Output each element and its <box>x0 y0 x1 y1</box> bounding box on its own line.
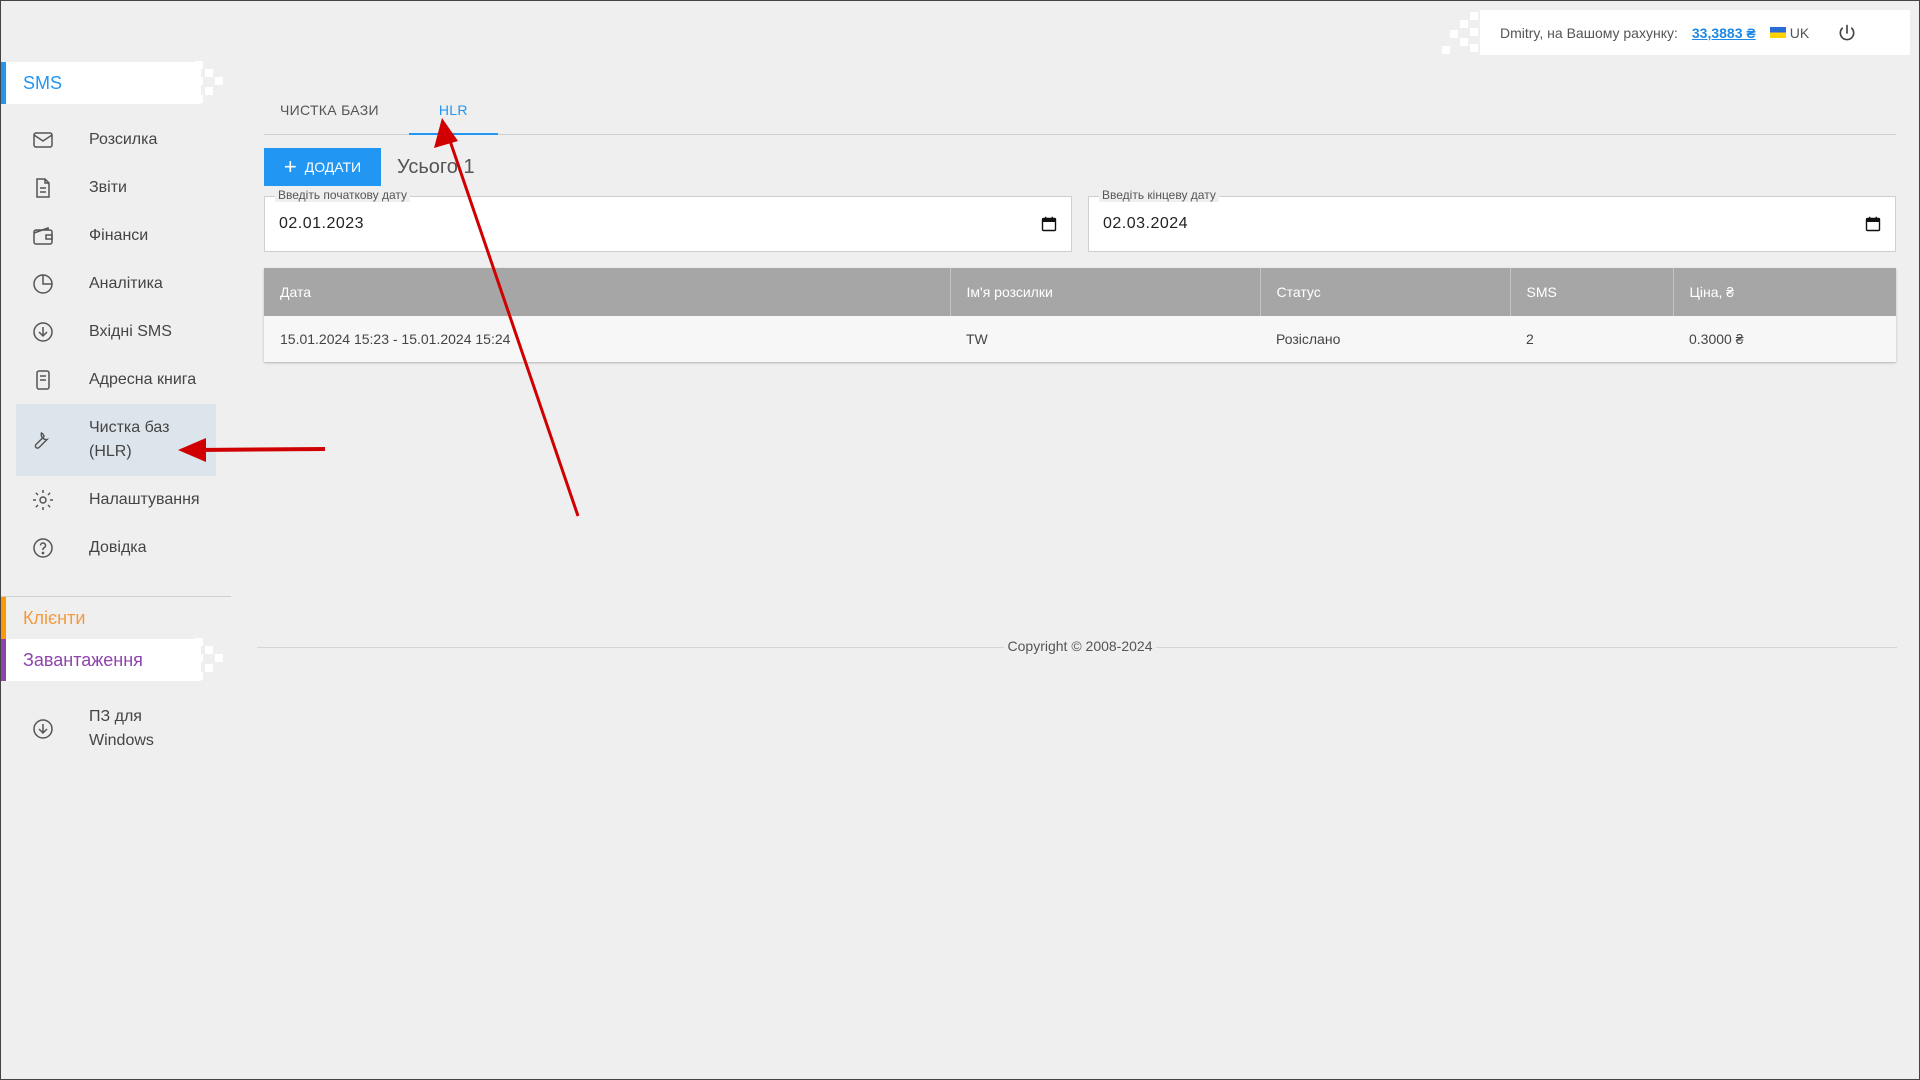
sidebar-item-label: Розсилка <box>89 131 158 148</box>
column-header-price[interactable]: Ціна, ₴ <box>1673 268 1896 316</box>
add-button-label: Додати <box>304 159 362 175</box>
sidebar-item-hlr[interactable]: Чистка баз (HLR) <box>16 404 216 476</box>
total-count: Усього 1 <box>397 155 475 178</box>
download-circle-icon <box>33 322 53 342</box>
sidebar-item-label-line1: Чистка баз <box>89 419 170 436</box>
end-date-label: Введіть кінцеву дату <box>1099 188 1219 202</box>
date-filters: Введіть початкову дату 02.01.2023 Введіт… <box>264 188 1896 252</box>
section-accent <box>1 597 6 639</box>
tab-hlr[interactable]: HLR <box>408 90 498 135</box>
cell-date: 15.01.2024 15:23 - 15.01.2024 15:24 <box>280 331 511 347</box>
sidebar-item-label: Звіти <box>89 179 127 196</box>
sidebar-section-label: SMS <box>23 72 63 93</box>
sidebar-item-finances[interactable]: Фінанси <box>1 212 216 260</box>
pixel-decoration <box>195 61 231 105</box>
cell-status: Розіслано <box>1276 331 1341 347</box>
account-greeting: Dmitry, на Вашому рахунку: <box>1500 24 1678 41</box>
table-row[interactable]: 15.01.2024 15:23 - 15.01.2024 15:24 TW Р… <box>264 316 1896 362</box>
hlr-table: Дата Ім'я розсилки Статус SMS Ціна, ₴ 15… <box>264 268 1896 362</box>
cell-mailing-name: TW <box>966 331 988 347</box>
end-date-value: 02.03.2024 <box>1103 215 1189 232</box>
document-icon <box>36 178 50 198</box>
copyright-text: Copyright © 2008-2024 <box>1003 638 1157 654</box>
tab-database-cleaning[interactable]: Чистка бази <box>264 90 395 134</box>
sidebar-item-settings[interactable]: Налаштування <box>1 476 216 524</box>
sidebar-section-label: Клієнти <box>23 607 86 628</box>
sidebar-item-label-line2: (HLR) <box>89 443 132 460</box>
sidebar-section-sms[interactable]: SMS <box>1 61 223 104</box>
tab-bar: Чистка бази HLR <box>264 90 1896 135</box>
plus-icon: + <box>283 154 297 179</box>
balance-link[interactable]: 33,3883 ₴ <box>1692 25 1756 41</box>
cell-price: 0.3000 ₴ <box>1689 331 1744 347</box>
download-circle-icon <box>33 719 53 739</box>
sidebar-item-windows-software[interactable]: ПЗ для Windows <box>1 693 216 765</box>
end-date-field[interactable]: Введіть кінцеву дату 02.03.2024 <box>1088 188 1896 252</box>
calendar-icon[interactable] <box>1041 216 1057 232</box>
start-date-value: 02.01.2023 <box>279 215 365 232</box>
sidebar-item-incoming-sms[interactable]: Вхідні SMS <box>1 308 216 356</box>
address-book-icon <box>36 370 50 390</box>
column-header-date[interactable]: Дата <box>264 268 951 316</box>
sidebar-item-label: Фінанси <box>89 227 149 244</box>
sidebar-item-label: Чистка баз (HLR) <box>89 416 169 464</box>
language-code: UK <box>1789 24 1810 41</box>
table-header-row: Дата Ім'я розсилки Статус SMS Ціна, ₴ <box>264 268 1896 316</box>
sidebar-menu: Розсилка Звіти Фінанси Аналітика Вхідні … <box>1 116 231 572</box>
column-header-mailing-name[interactable]: Ім'я розсилки <box>950 268 1261 316</box>
calendar-icon[interactable] <box>1865 216 1881 232</box>
cell-sms: 2 <box>1526 331 1534 347</box>
section-accent <box>1 62 6 104</box>
help-icon <box>33 538 53 558</box>
sidebar-item-label: Довідка <box>89 539 147 556</box>
sidebar-item-help[interactable]: Довідка <box>1 524 216 572</box>
mail-icon <box>33 132 53 148</box>
wrench-icon <box>34 431 50 449</box>
sidebar-item-label: Вхідні SMS <box>89 323 172 340</box>
wallet-icon <box>33 226 53 245</box>
column-header-sms[interactable]: SMS <box>1510 268 1674 316</box>
power-icon[interactable] <box>1837 23 1857 43</box>
gear-icon <box>33 490 53 510</box>
pixel-decoration <box>1442 12 1478 56</box>
start-date-label: Введіть початкову дату <box>275 188 411 202</box>
sidebar-item-analytics[interactable]: Аналітика <box>1 260 216 308</box>
language-switcher[interactable]: UK <box>1769 24 1810 41</box>
sidebar-item-label-line1: ПЗ для <box>89 708 142 725</box>
sidebar-item-label: Адресна книга <box>89 371 197 388</box>
sidebar-item-label: Аналітика <box>89 275 163 292</box>
column-header-status[interactable]: Статус <box>1260 268 1511 316</box>
footer: Copyright © 2008-2024 <box>0 638 1920 654</box>
sidebar-item-label: Налаштування <box>89 491 200 508</box>
sidebar-item-reports[interactable]: Звіти <box>1 164 216 212</box>
toolbar: + Додати Усього 1 <box>264 148 1896 186</box>
sidebar-item-label: ПЗ для Windows <box>89 705 154 753</box>
main-content: Чистка бази HLR + Додати Усього 1 Введіт… <box>264 90 1896 362</box>
ukraine-flag-icon <box>1769 27 1786 38</box>
top-bar: Dmitry, на Вашому рахунку: 33,3883 ₴ UK <box>1442 10 1910 55</box>
sidebar-item-mailing[interactable]: Розсилка <box>1 116 216 164</box>
sidebar: SMS Розсилка Звіти Фінанси Аналітика Вхі… <box>1 61 231 765</box>
sidebar-item-label-line2: Windows <box>89 732 154 749</box>
pie-chart-icon <box>33 274 53 294</box>
add-button[interactable]: + Додати <box>264 148 381 186</box>
sidebar-section-clients[interactable]: Клієнти <box>1 597 201 639</box>
sidebar-item-address-book[interactable]: Адресна книга <box>1 356 216 404</box>
start-date-field[interactable]: Введіть початкову дату 02.01.2023 <box>264 188 1072 252</box>
